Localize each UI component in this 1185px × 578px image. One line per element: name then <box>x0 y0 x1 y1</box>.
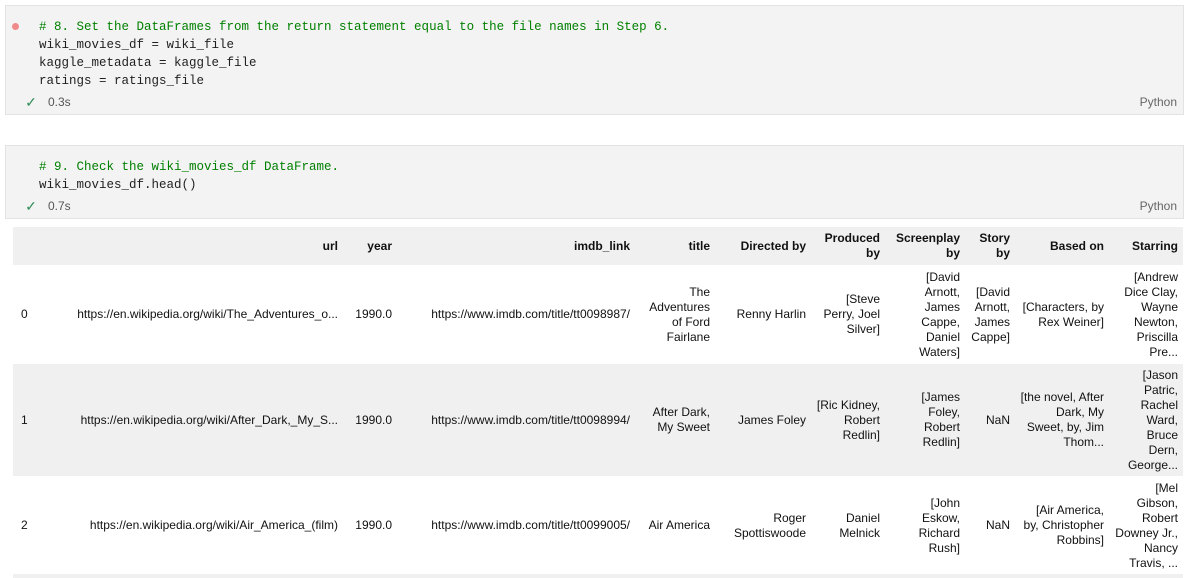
cell-language[interactable]: Python <box>1140 94 1177 110</box>
code-line: wiki_movies_df.head() <box>39 178 197 192</box>
table-row: 2 https://en.wikipedia.org/wiki/Air_Amer… <box>13 476 1183 575</box>
table-row: 0 https://en.wikipedia.org/wiki/The_Adve… <box>13 265 1183 364</box>
column-header-url: url <box>322 238 338 253</box>
table-header-row: url year imdb_link title Directed by Pro… <box>13 227 1183 265</box>
cell-produced-by: [Steve Perry, Joel Silver] <box>823 292 880 336</box>
check-icon: ✓ <box>25 93 37 110</box>
cell-url: https://en.wikipedia.org/wiki/After_Dark… <box>80 412 338 427</box>
column-header-directed-by: Directed by <box>740 238 806 253</box>
cell-title: Air America <box>648 518 710 532</box>
cell-screenplay-by: [John Eskow, Richard Rush] <box>918 495 960 555</box>
cell-url: https://en.wikipedia.org/wiki/The_Advent… <box>77 307 338 321</box>
cell-based-on: [Air America, by, Christopher Robbins] <box>1023 503 1104 547</box>
code-cell-8[interactable]: # 8. Set the DataFrames from the return … <box>5 5 1184 115</box>
cell-starring: [Mel Gibson, Robert Downey Jr., Nancy Tr… <box>1115 480 1178 570</box>
unsaved-indicator-icon <box>12 23 19 30</box>
execution-status: ✓ 0.7s <box>22 198 71 214</box>
row-index: 0 <box>21 307 28 321</box>
code-line: ratings = ratings_file <box>39 74 205 88</box>
next-row-edge <box>13 574 1183 578</box>
cell-imdb-link: https://www.imdb.com/title/tt0099005/ <box>431 518 630 532</box>
check-icon: ✓ <box>25 197 37 214</box>
column-header-year: year <box>367 238 392 253</box>
cell-story-by: NaN <box>985 518 1010 532</box>
cell-produced-by: Daniel Melnick <box>839 510 880 540</box>
cell-directed-by: Renny Harlin <box>736 307 806 321</box>
table-row: 1 https://en.wikipedia.org/wiki/After_Da… <box>13 364 1183 476</box>
cell-title: After Dark, My Sweet <box>652 405 710 434</box>
cell-url: https://en.wikipedia.org/wiki/Air_Americ… <box>89 518 338 532</box>
execution-time: 0.3s <box>48 95 71 109</box>
column-header-based-on: Based on <box>1049 238 1104 253</box>
cell-based-on: [the novel, After Dark, My Sweet, by, Ji… <box>1020 390 1104 449</box>
code-comment: # 8. Set the DataFrames from the return … <box>39 20 670 34</box>
column-header-starring: Starring <box>1131 238 1178 253</box>
dataframe-output: url year imdb_link title Directed by Pro… <box>13 227 1183 575</box>
column-header-story-by: Story by <box>979 231 1010 260</box>
dataframe-table: url year imdb_link title Directed by Pro… <box>13 227 1183 575</box>
column-header-produced-by: Produced by <box>824 231 880 260</box>
cell-starring: [Andrew Dice Clay, Wayne Newton, Priscil… <box>1124 269 1178 359</box>
cell-directed-by: Roger Spottiswoode <box>733 510 806 540</box>
cell-story-by: NaN <box>985 412 1010 427</box>
cell-year: 1990.0 <box>355 412 392 427</box>
cell-screenplay-by: [James Foley, Robert Redlin] <box>921 390 960 449</box>
cell-year: 1990.0 <box>355 307 392 321</box>
cell-title: The Adventures of Ford Fairlane <box>649 284 710 344</box>
cell-starring: [Jason Patric, Rachel Ward, Bruce Dern, … <box>1127 367 1178 472</box>
code-line: wiki_movies_df = wiki_file <box>39 38 235 52</box>
code-cell-9[interactable]: # 9. Check the wiki_movies_df DataFrame.… <box>5 145 1184 219</box>
execution-time: 0.7s <box>48 199 71 213</box>
column-header-imdb-link: imdb_link <box>573 238 630 253</box>
cell-screenplay-by: [David Arnott, James Cappe, Daniel Water… <box>919 269 960 359</box>
cell-language[interactable]: Python <box>1140 198 1177 214</box>
row-index: 2 <box>21 518 28 532</box>
code-editor[interactable]: # 8. Set the DataFrames from the return … <box>39 18 669 90</box>
cell-imdb-link: https://www.imdb.com/title/tt0098987/ <box>431 307 630 321</box>
cell-story-by: [David Arnott, James Cappe] <box>971 284 1010 344</box>
column-header-screenplay-by: Screenplay by <box>895 231 960 260</box>
code-editor[interactable]: # 9. Check the wiki_movies_df DataFrame.… <box>39 158 339 194</box>
cell-imdb-link: https://www.imdb.com/title/tt0098994/ <box>431 412 630 427</box>
code-comment: # 9. Check the wiki_movies_df DataFrame. <box>39 160 340 174</box>
column-header <box>13 227 39 265</box>
cell-based-on: [Characters, by Rex Weiner] <box>1022 299 1104 329</box>
cell-year: 1990.0 <box>355 518 392 532</box>
column-header-title: title <box>688 238 710 253</box>
execution-status: ✓ 0.3s <box>22 94 71 110</box>
code-line: kaggle_metadata = kaggle_file <box>39 56 257 70</box>
cell-produced-by: [Ric Kidney, Robert Redlin] <box>816 397 880 442</box>
cell-directed-by: James Foley <box>737 412 806 427</box>
row-index: 1 <box>21 412 28 427</box>
